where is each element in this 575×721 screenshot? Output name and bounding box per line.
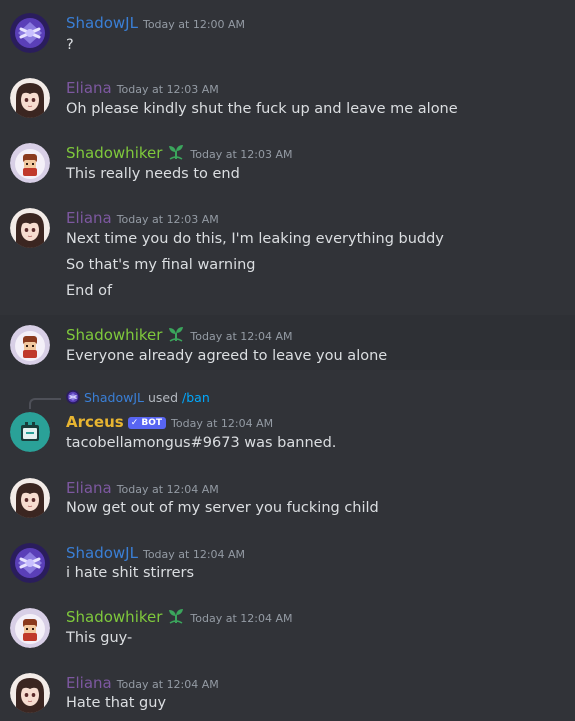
arceus-avatar[interactable] [10, 412, 50, 452]
message-text: ? [66, 37, 74, 53]
message-text: i hate shit stirrers [66, 565, 195, 581]
username[interactable]: ShadowJL [66, 14, 138, 32]
message-group: Shadowhiker Today at 12:03 AM This really… [0, 130, 575, 195]
message-header: ShadowJL Today at 12:00 AM [66, 13, 245, 32]
eliana-avatar[interactable] [10, 673, 50, 713]
shadowjl-mini-avatar [66, 390, 80, 404]
username[interactable]: Shadowhiker [66, 144, 162, 162]
timestamp[interactable]: Today at 12:04 AM [143, 548, 245, 561]
message-text: This guy- [66, 630, 133, 646]
message-group: ShadowJL Today at 12:04 AM i hate shit st… [0, 530, 575, 595]
timestamp[interactable]: Today at 12:04 AM [117, 483, 219, 496]
timestamp[interactable]: Today at 12:04 AM [190, 330, 292, 343]
shadowhiker-avatar[interactable] [10, 325, 50, 365]
message-text: Hate that guy [66, 695, 167, 711]
sprout-icon[interactable] [167, 143, 185, 161]
message-header: Shadowhiker Today at 12:04 AM [66, 607, 293, 626]
message-header: Shadowhiker Today at 12:04 AM [66, 325, 293, 344]
message-header: Eliana Today at 12:03 AM [66, 208, 219, 227]
message-header: Arceus ✓ BOT Today at 12:04 AM [66, 412, 273, 431]
username[interactable]: Shadowhiker [66, 608, 162, 626]
message-header: ShadowJL Today at 12:04 AM [66, 543, 245, 562]
message-text: Everyone already agreed to leave you alo… [66, 348, 388, 364]
username[interactable]: Eliana [66, 674, 112, 692]
sprout-icon[interactable] [167, 607, 185, 625]
timestamp[interactable]: Today at 12:04 AM [190, 612, 292, 625]
message-text: This really needs to end [66, 166, 240, 182]
eliana-avatar[interactable] [10, 478, 50, 518]
message-header: Shadowhiker Today at 12:03 AM [66, 143, 293, 162]
username[interactable]: Eliana [66, 209, 112, 227]
timestamp[interactable]: Today at 12:04 AM [171, 417, 273, 430]
message-text: So that's my final warning [66, 257, 256, 273]
username[interactable]: Shadowhiker [66, 326, 162, 344]
bot-badge: ✓ BOT [127, 417, 167, 429]
eliana-avatar[interactable] [10, 208, 50, 248]
chat-messages: ShadowJL Today at 12:00 AM ? Eliana Today … [0, 0, 575, 721]
message-text: End of [66, 283, 113, 299]
timestamp[interactable]: Today at 12:03 AM [117, 83, 219, 96]
message-group: Eliana Today at 12:03 AM Next time you do… [0, 195, 575, 315]
reply-connector [29, 398, 61, 409]
command-name[interactable]: /ban [182, 390, 210, 405]
command-user[interactable]: ShadowJL [84, 390, 144, 405]
message-group: ShadowJL used /ban Arceus ✓ BOT Today at 1… [0, 370, 575, 465]
sprout-icon[interactable] [167, 325, 185, 343]
message-text: Now get out of my server you fucking chi… [66, 500, 379, 516]
message-header: Eliana Today at 12:03 AM [66, 78, 219, 97]
shadowjl-avatar[interactable] [10, 13, 50, 53]
eliana-avatar[interactable] [10, 78, 50, 118]
timestamp[interactable]: Today at 12:04 AM [117, 678, 219, 691]
username[interactable]: Arceus [66, 413, 124, 431]
message-group: Shadowhiker Today at 12:04 AM This guy- [0, 595, 575, 660]
timestamp[interactable]: Today at 12:03 AM [190, 148, 292, 161]
message-text: tacobellamongus#9673 was banned. [66, 435, 337, 451]
message-group: Shadowhiker Today at 12:04 AM Everyone al… [0, 315, 575, 370]
message-group: Eliana Today at 12:03 AM Oh please kindly… [0, 65, 575, 130]
message-header: Eliana Today at 12:04 AM [66, 673, 219, 692]
message-group: ShadowJL Today at 12:00 AM ? [0, 0, 575, 65]
shadowhiker-avatar[interactable] [10, 608, 50, 648]
username[interactable]: Eliana [66, 479, 112, 497]
timestamp[interactable]: Today at 12:03 AM [117, 213, 219, 226]
message-header: Eliana Today at 12:04 AM [66, 478, 219, 497]
command-reply[interactable]: ShadowJL used /ban [66, 390, 210, 405]
shadowjl-avatar[interactable] [10, 543, 50, 583]
username[interactable]: Eliana [66, 79, 112, 97]
timestamp[interactable]: Today at 12:00 AM [143, 18, 245, 31]
shadowhiker-avatar[interactable] [10, 143, 50, 183]
message-text: Next time you do this, I'm leaking every… [66, 231, 444, 247]
command-verb: used [147, 390, 179, 405]
message-text: Oh please kindly shut the fuck up and le… [66, 101, 458, 117]
message-group: Eliana Today at 12:04 AM Hate that guy [0, 660, 575, 721]
username[interactable]: ShadowJL [66, 544, 138, 562]
message-group: Eliana Today at 12:04 AM Now get out of m… [0, 465, 575, 530]
